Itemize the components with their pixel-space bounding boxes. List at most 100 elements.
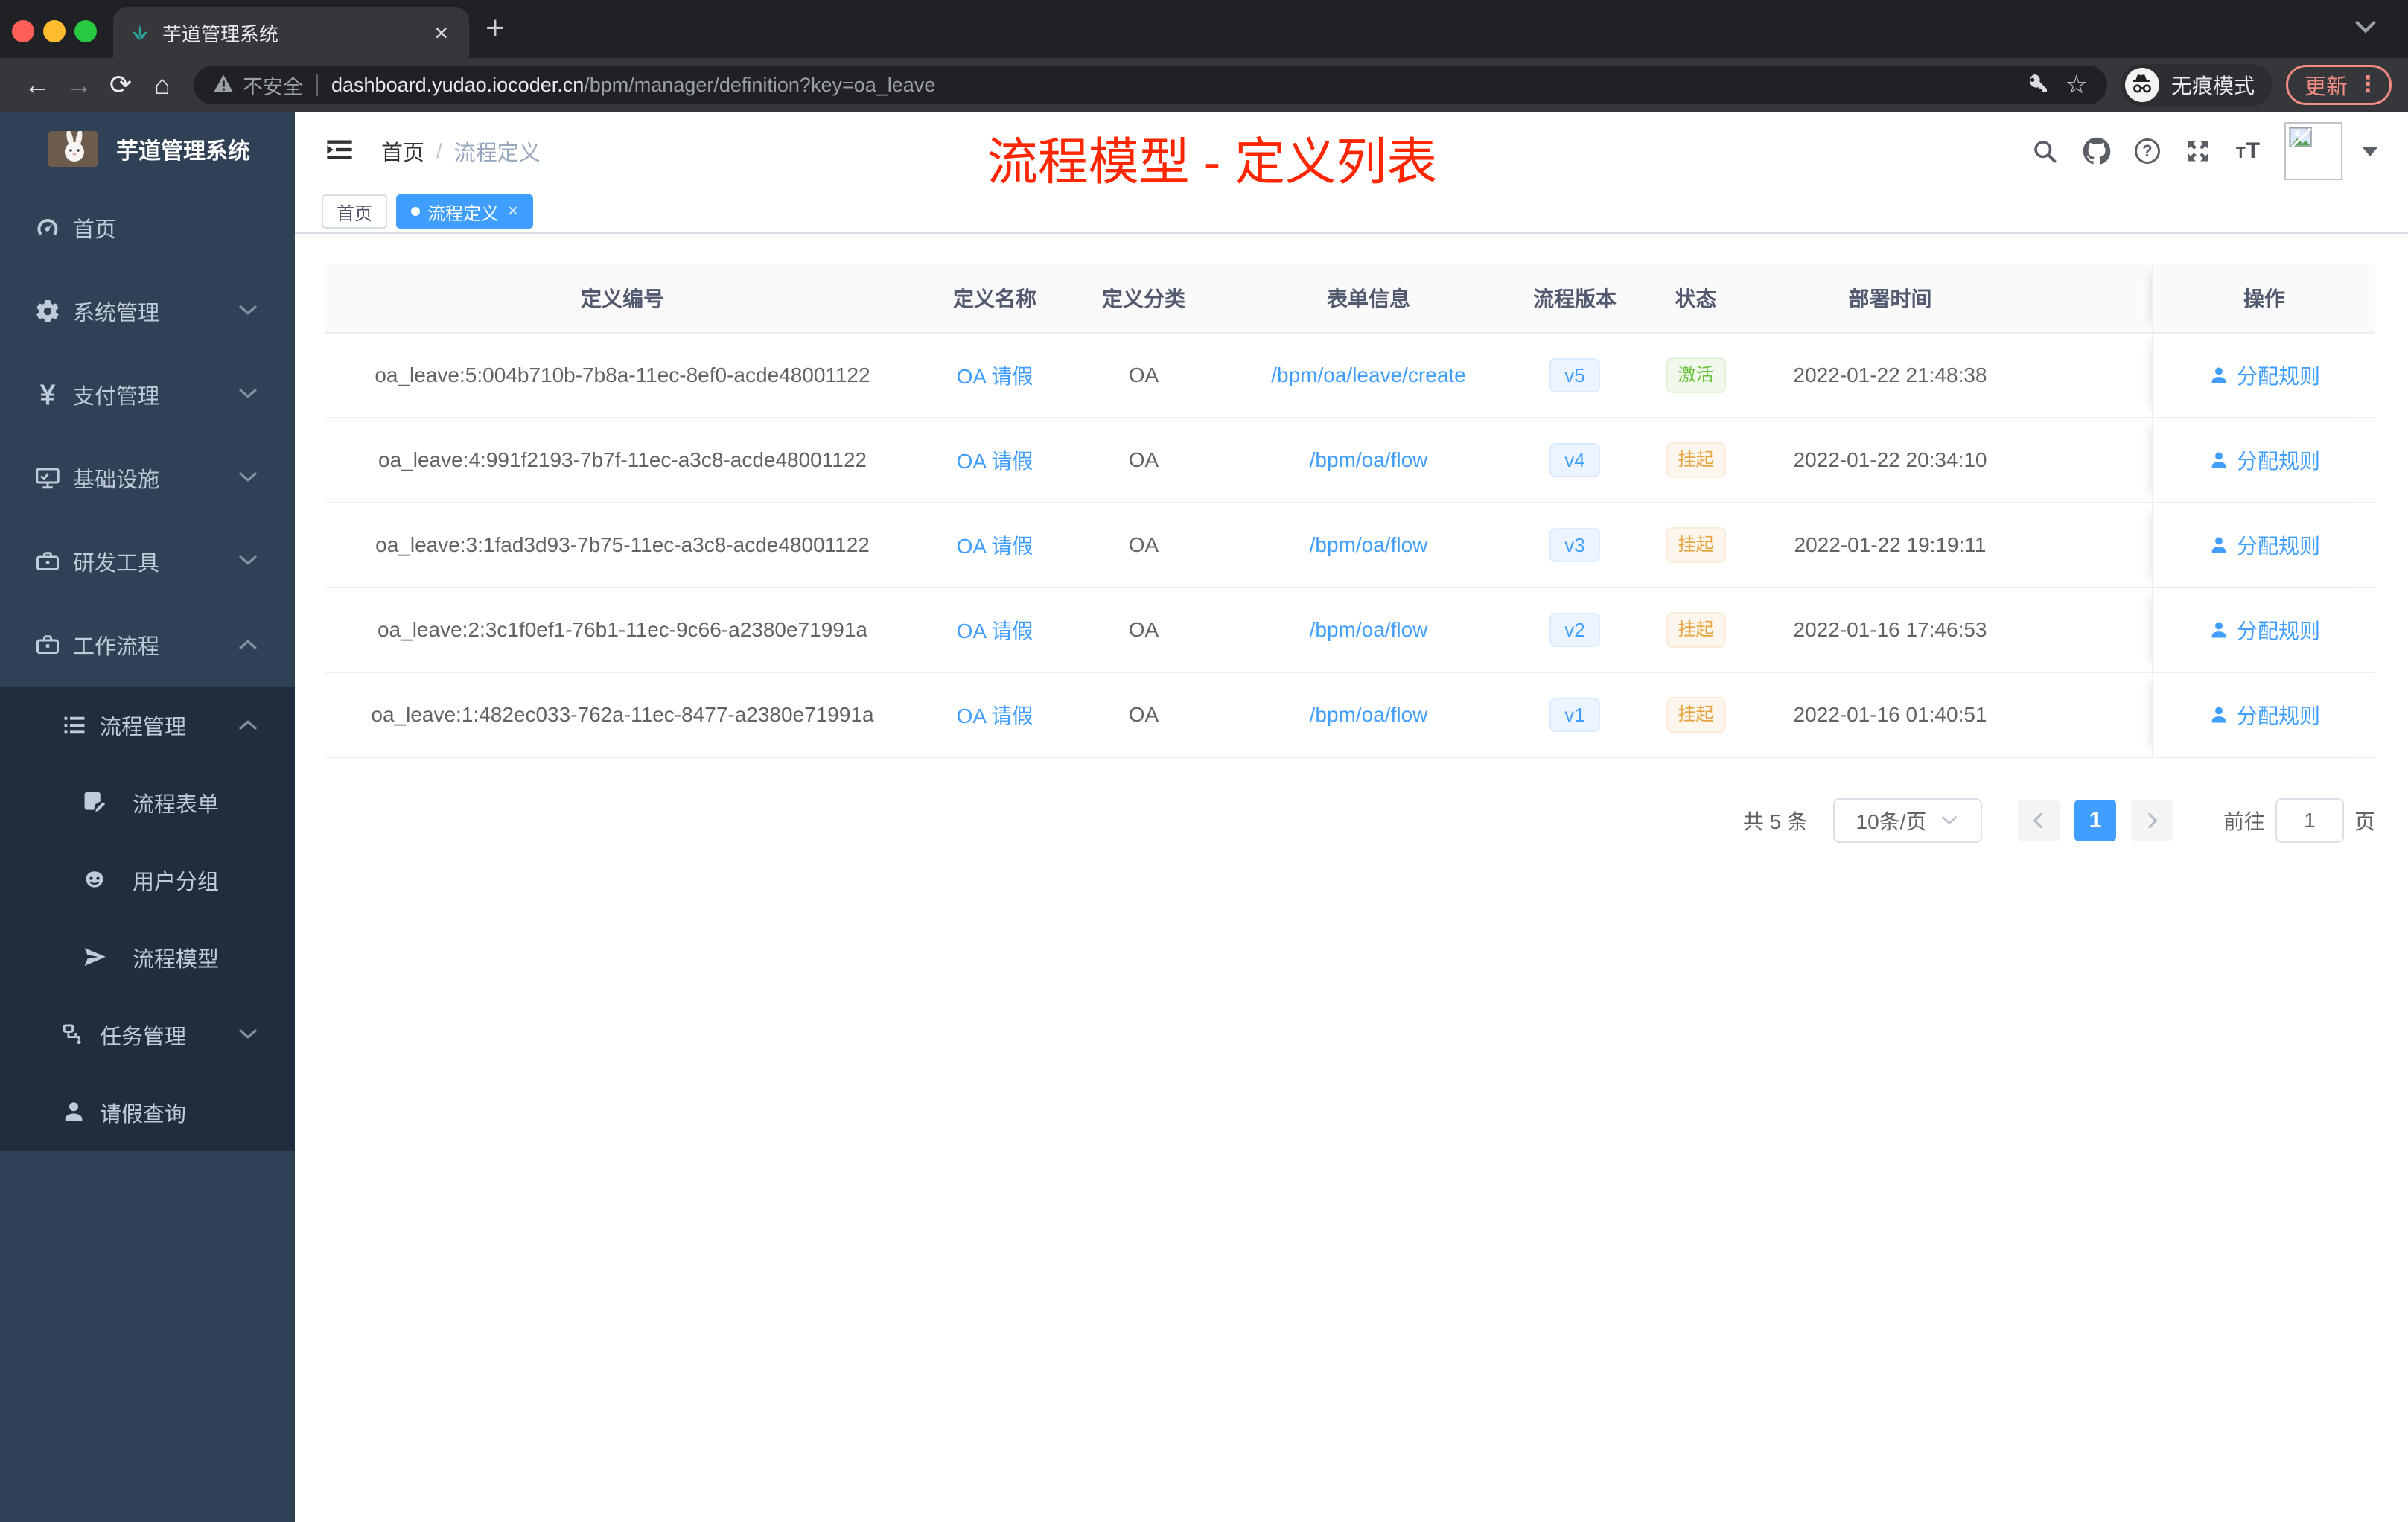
goto-page-input[interactable] [2275, 798, 2344, 843]
version-badge: v1 [1549, 698, 1600, 732]
password-key-icon[interactable] [2026, 71, 2050, 99]
cell-definition-id: oa_leave:5:004b710b-7b8a-11ec-8ef0-acde4… [375, 363, 870, 386]
annotation-title: 流程模型 - 定义列表 [987, 134, 1438, 191]
cell-deploy-time: 2022-01-16 17:46:53 [1793, 618, 1987, 641]
assign-rule-label: 分配规则 [2236, 704, 2320, 727]
definition-name-link[interactable]: OA 请假 [957, 700, 1033, 730]
window-controls[interactable] [12, 20, 97, 42]
avatar-caret-icon[interactable] [2362, 146, 2378, 156]
sidebar-item-process-form[interactable]: 流程表单 [0, 764, 295, 841]
assign-rule-label: 分配规则 [2236, 450, 2320, 473]
home-icon[interactable]: ⌂ [141, 71, 183, 98]
fullscreen-icon[interactable] [2184, 137, 2212, 165]
assign-rule-button[interactable]: 分配规则 [2208, 700, 2320, 730]
sidebar-item-user-group[interactable]: 用户分组 [0, 841, 295, 919]
prev-page-button[interactable] [2017, 800, 2060, 841]
assign-rule-label: 分配规则 [2236, 365, 2320, 388]
page-size-select[interactable]: 10条/页 [1832, 798, 1982, 843]
form-link[interactable]: /bpm/oa/flow [1310, 533, 1428, 557]
breadcrumb-home[interactable]: 首页 [381, 136, 424, 167]
browser-menu-kebab-icon[interactable]: ⋮ [2357, 74, 2379, 96]
total-count-label: 共 5 条 [1742, 810, 1808, 833]
sidebar-item-devtools[interactable]: 研发工具 [0, 520, 295, 603]
reload-icon[interactable]: ⟳ [100, 71, 141, 98]
chevron-down-icon [237, 466, 259, 491]
next-page-button[interactable] [2130, 800, 2173, 841]
assign-rule-button[interactable]: 分配规则 [2208, 360, 2320, 390]
url-path[interactable]: /bpm/manager/definition?key=oa_leave [584, 74, 2017, 97]
tab-title: 芋道管理系统 [162, 22, 279, 45]
sidebar-item-label: 基础设施 [73, 468, 160, 492]
search-icon[interactable] [2030, 137, 2059, 165]
sidebar-item-home[interactable]: 首页 [0, 186, 295, 270]
browser-update-button[interactable]: 更新 ⋮ [2285, 65, 2392, 105]
select-chevron-icon [1942, 816, 1958, 825]
form-link[interactable]: /bpm/oa/leave/create [1271, 363, 1466, 387]
definition-name-link[interactable]: OA 请假 [957, 360, 1033, 390]
help-icon[interactable]: ? [2134, 138, 2160, 164]
new-tab-button[interactable]: + [485, 12, 505, 45]
sidebar-item-task-mgmt[interactable]: 任务管理 [0, 996, 295, 1074]
cell-category: OA [1128, 363, 1159, 386]
assign-rule-button[interactable]: 分配规则 [2208, 530, 2320, 560]
chevron-up-icon [237, 633, 259, 657]
tag-close-icon[interactable]: × [508, 203, 518, 220]
form-link[interactable]: /bpm/oa/flow [1310, 618, 1428, 642]
update-label[interactable]: 更新 [2305, 69, 2348, 101]
tags-bar: 首页 流程定义 × [295, 191, 2408, 234]
version-badge: v5 [1549, 358, 1600, 392]
sidebar-item-process-model[interactable]: 流程模型 [0, 919, 295, 996]
close-window-button[interactable] [12, 20, 34, 42]
sidebar-item-leave-query[interactable]: 请假查询 [0, 1074, 295, 1151]
sidebar-item-label: 研发工具 [73, 552, 160, 576]
cell-filler [2019, 673, 2152, 757]
chevron-down-icon [237, 550, 259, 574]
cell-deploy-time: 2022-01-22 19:19:11 [1794, 533, 1987, 556]
security-label[interactable]: 不安全 [243, 71, 303, 100]
cell-filler [2019, 503, 2152, 587]
favicon-plant-icon [130, 21, 150, 45]
form-link[interactable]: /bpm/oa/flow [1310, 448, 1428, 472]
sidebar-item-payment[interactable]: 支付管理 [0, 353, 295, 436]
tab-search-chevron-icon[interactable] [2353, 18, 2378, 39]
logo-row[interactable]: 芋道管理系统 [0, 112, 295, 186]
incognito-badge: 无痕模式 [2120, 64, 2272, 106]
definition-table: 定义编号 定义名称 定义分类 表单信息 流程版本 状态 部署时间 操作 oa_l… [325, 264, 2375, 758]
assign-rule-button[interactable]: 分配规则 [2208, 445, 2320, 475]
url-host[interactable]: dashboard.yudao.iocoder.cn [331, 74, 584, 97]
zoom-window-button[interactable] [74, 20, 97, 42]
font-size-icon[interactable]: TT [2236, 138, 2261, 164]
avatar[interactable] [2284, 122, 2342, 180]
page-number-button[interactable]: 1 [2074, 800, 2116, 841]
hamburger-icon[interactable] [325, 137, 354, 166]
sidebar-item-process-mgmt[interactable]: 流程管理 [0, 687, 295, 764]
sidebar: 芋道管理系统 首页 系统管理 支付管理 基础设施 研发工具 工作流程 流程管理 … [0, 112, 295, 1522]
sidebar-item-label: 流程模型 [133, 948, 220, 972]
version-badge: v3 [1549, 528, 1600, 562]
bookmark-star-icon[interactable]: ☆ [2065, 70, 2087, 100]
sidebar-item-workflow[interactable]: 工作流程 [0, 603, 295, 687]
github-icon[interactable] [2083, 137, 2111, 165]
definition-name-link[interactable]: OA 请假 [957, 615, 1033, 645]
form-link[interactable]: /bpm/oa/flow [1310, 703, 1428, 727]
tab-close-icon[interactable]: × [430, 21, 453, 45]
definition-name-link[interactable]: OA 请假 [957, 445, 1033, 475]
address-bar[interactable]: 不安全 dashboard.yudao.iocoder.cn /bpm/mana… [194, 66, 2107, 104]
flow-tree-icon [61, 1022, 88, 1048]
tag-process-definition[interactable]: 流程定义 × [396, 194, 534, 229]
dashboard-icon [34, 214, 61, 241]
app-window: 芋道管理系统 首页 系统管理 支付管理 基础设施 研发工具 工作流程 流程管理 … [0, 112, 2408, 1522]
sidebar-item-system[interactable]: 系统管理 [0, 270, 295, 353]
browser-tab[interactable]: 芋道管理系统 × [113, 7, 469, 58]
minimize-window-button[interactable] [43, 20, 66, 42]
main-panel: 流程模型 - 定义列表 首页 / 流程定义 ? TT 首页 流程定义 × 定义编… [295, 112, 2408, 1522]
forward-icon[interactable]: → [58, 71, 100, 98]
sidebar-item-infra[interactable]: 基础设施 [0, 436, 295, 520]
definition-name-link[interactable]: OA 请假 [957, 530, 1033, 560]
tag-home[interactable]: 首页 [322, 194, 387, 229]
assign-rule-button[interactable]: 分配规则 [2208, 615, 2320, 645]
back-icon[interactable]: ← [16, 71, 58, 98]
status-badge: 挂起 [1666, 697, 1726, 733]
briefcase-icon [34, 631, 61, 658]
status-badge: 挂起 [1666, 612, 1726, 648]
